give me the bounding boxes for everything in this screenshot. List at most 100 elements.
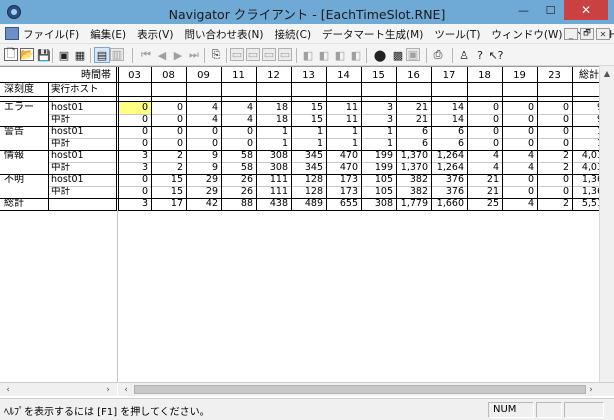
table-cell[interactable]: 21 <box>467 186 502 198</box>
column-header[interactable]: 08 <box>151 69 186 82</box>
menu-item-0[interactable]: ファイル(F) <box>23 27 79 42</box>
user-icon[interactable]: ♙ <box>456 47 472 63</box>
table-cell[interactable]: 111 <box>256 174 291 186</box>
table-cell[interactable]: 308 <box>256 162 291 174</box>
open-icon[interactable]: 📂 <box>20 48 34 61</box>
table-cell[interactable]: 0 <box>467 114 502 126</box>
table-cell[interactable]: 4 <box>221 102 256 114</box>
table-cell[interactable]: 0 <box>118 102 151 114</box>
table-cell[interactable]: 1 <box>256 126 291 138</box>
table-cell[interactable]: 25 <box>467 198 502 210</box>
column-header[interactable]: 13 <box>291 69 326 82</box>
layout2-icon[interactable]: ▭ <box>246 48 260 61</box>
table-cell[interactable]: 382 <box>396 174 431 186</box>
table-cell[interactable]: 17 <box>151 198 186 210</box>
table-cell[interactable]: 128 <box>291 186 326 198</box>
table-cell[interactable]: 18 <box>256 102 291 114</box>
maximize-button[interactable]: ☐ <box>537 0 564 20</box>
menu-item-7[interactable]: ウィンドウ(W) <box>491 27 562 42</box>
column-header[interactable]: 14 <box>326 69 361 82</box>
table-cell[interactable]: 0 <box>118 174 151 186</box>
save-icon[interactable]: 💾 <box>36 47 52 63</box>
table-cell[interactable]: 3 <box>361 114 396 126</box>
table-cell[interactable]: 0 <box>537 174 572 186</box>
column-header[interactable]: 09 <box>186 69 221 82</box>
table-cell[interactable]: 0 <box>537 114 572 126</box>
table-cell[interactable]: 470 <box>326 150 361 162</box>
scroll-thumb[interactable] <box>134 385 586 394</box>
menu-item-5[interactable]: データマート生成(M) <box>322 27 423 42</box>
table-cell[interactable]: 21 <box>396 102 431 114</box>
table-cell[interactable]: 0 <box>118 114 151 126</box>
table-cell[interactable]: 489 <box>291 198 326 210</box>
table-cell[interactable]: 308 <box>361 198 396 210</box>
table-cell[interactable]: 4 <box>467 150 502 162</box>
connect-icon[interactable]: ⬤ <box>372 47 388 63</box>
main-hscrollbar[interactable]: ‹ › <box>118 382 614 396</box>
table-cell[interactable]: 2 <box>537 150 572 162</box>
table-cell[interactable]: 1,370 <box>396 162 431 174</box>
document-icon[interactable] <box>5 27 19 40</box>
table-cell[interactable]: 2 <box>151 162 186 174</box>
table-cell[interactable]: 173 <box>326 174 361 186</box>
table-cell[interactable]: 26 <box>221 174 256 186</box>
table-cell[interactable]: 1 <box>326 126 361 138</box>
table-cell[interactable]: 58 <box>221 150 256 162</box>
menu-item-4[interactable]: 接続(C) <box>275 27 312 42</box>
table-cell[interactable]: 0 <box>537 126 572 138</box>
table-cell[interactable]: 21 <box>396 114 431 126</box>
table-cell[interactable]: 29 <box>186 186 221 198</box>
table-cell[interactable]: 105 <box>361 186 396 198</box>
table-cell[interactable]: 199 <box>361 150 396 162</box>
table-cell[interactable]: 308 <box>256 150 291 162</box>
table-cell[interactable]: 1 <box>291 126 326 138</box>
column-header[interactable]: 18 <box>467 69 502 82</box>
table-cell[interactable]: 0 <box>467 126 502 138</box>
column-header[interactable]: 11 <box>221 69 256 82</box>
copy-icon[interactable]: ⎘ <box>208 47 224 63</box>
chart-view-icon[interactable]: ▥ <box>110 48 124 61</box>
table-cell[interactable]: 42 <box>186 198 221 210</box>
mdi-close-button[interactable]: ✕ <box>596 28 610 40</box>
table-cell[interactable]: 15 <box>151 174 186 186</box>
table-cell[interactable]: 1 <box>326 138 361 150</box>
table-cell[interactable]: 88 <box>221 198 256 210</box>
table-cell[interactable]: 376 <box>431 186 467 198</box>
table-cell[interactable]: 6 <box>431 126 467 138</box>
table-cell[interactable]: 1 <box>361 138 396 150</box>
table-cell[interactable]: 0 <box>151 102 186 114</box>
table-cell[interactable]: 1,264 <box>431 162 467 174</box>
table-cell[interactable]: 4 <box>502 162 537 174</box>
table-cell[interactable]: 21 <box>467 174 502 186</box>
menu-item-3[interactable]: 問い合わせ表(N) <box>184 27 263 42</box>
table-cell[interactable]: 2 <box>151 150 186 162</box>
column-header[interactable]: 15 <box>361 69 396 82</box>
layout4-icon[interactable]: ▭ <box>278 48 292 61</box>
table-cell[interactable]: 0 <box>151 138 186 150</box>
table-cell[interactable]: 0 <box>467 102 502 114</box>
table-cell[interactable]: 3 <box>118 198 151 210</box>
table-cell[interactable]: 0 <box>186 126 221 138</box>
table-cell[interactable]: 0 <box>186 138 221 150</box>
table-cell[interactable]: 4 <box>502 150 537 162</box>
table-cell[interactable]: 4 <box>467 162 502 174</box>
table-cell[interactable]: 0 <box>118 126 151 138</box>
table-cell[interactable]: 1,264 <box>431 150 467 162</box>
column-header[interactable]: 19 <box>502 69 537 82</box>
table-cell[interactable]: 26 <box>221 186 256 198</box>
table-cell[interactable]: 0 <box>221 138 256 150</box>
table-cell[interactable]: 345 <box>291 162 326 174</box>
column-header[interactable]: 12 <box>256 69 291 82</box>
table-cell[interactable]: 438 <box>256 198 291 210</box>
table-cell[interactable]: 382 <box>396 186 431 198</box>
column-header[interactable]: 23 <box>537 69 572 82</box>
table-cell[interactable]: 345 <box>291 150 326 162</box>
table-cell[interactable]: 0 <box>221 126 256 138</box>
table-cell[interactable]: 1,370 <box>396 150 431 162</box>
menu-item-1[interactable]: 編集(E) <box>90 27 126 42</box>
table-cell[interactable]: 0 <box>118 138 151 150</box>
table-cell[interactable]: 0 <box>537 102 572 114</box>
table-cell[interactable]: 29 <box>186 174 221 186</box>
scroll-right-icon[interactable]: › <box>584 383 598 397</box>
table-cell[interactable]: 0 <box>502 114 537 126</box>
